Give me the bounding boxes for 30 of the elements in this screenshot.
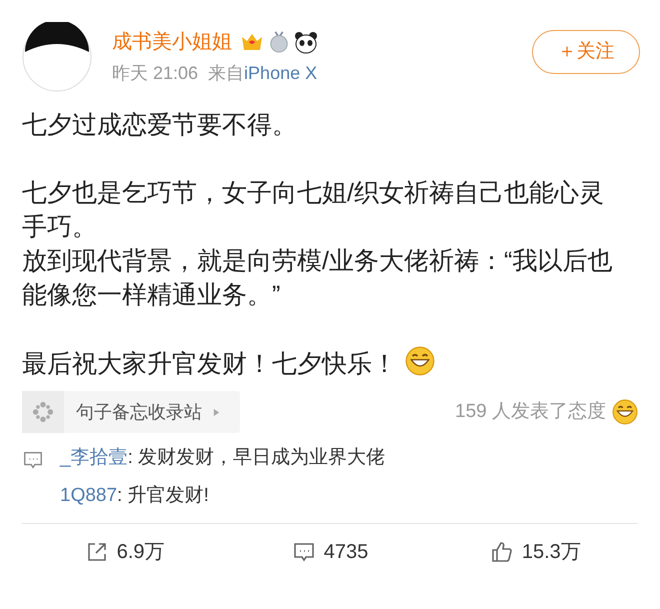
- post-time: 昨天 21:06: [112, 62, 198, 85]
- grinning-face-icon: [405, 346, 435, 376]
- comment-text: _李拾壹: 发财发财，早日成为业界大佬: [60, 446, 386, 470]
- comment-text: 1Q887: 升官发财!: [60, 484, 210, 508]
- laughing-face-icon: [612, 399, 638, 425]
- reaction-count[interactable]: 159 人发表了态度: [455, 398, 606, 426]
- action-button[interactable]: 6.9万: [22, 524, 228, 579]
- comment-user[interactable]: 1Q887: [60, 485, 118, 506]
- action-count: 4735: [324, 540, 368, 564]
- comment-user[interactable]: _李拾壹: [60, 447, 128, 468]
- post-text: 七夕过成恋爱节要不得。: [22, 110, 298, 141]
- sparkle-icon: [32, 401, 54, 423]
- avatar[interactable]: [22, 22, 92, 92]
- action-button[interactable]: 15.3万: [432, 524, 638, 579]
- action-button[interactable]: 4735: [227, 524, 433, 579]
- post-source: 来自 iPhone X: [208, 62, 318, 85]
- topic-card[interactable]: 句子备忘收录站: [22, 391, 240, 433]
- caret-icon: [212, 408, 221, 416]
- author-name[interactable]: 成书美小姐姐: [112, 28, 232, 56]
- follow-button[interactable]: ＋关注: [532, 30, 640, 74]
- action-count: 6.9万: [116, 540, 165, 564]
- comment-icon: [22, 449, 44, 471]
- post-text: 放到现代背景，就是向劳模/业务大佬祈祷：“我以后也能像您一样精通业务。”: [22, 246, 614, 311]
- topic-label: 句子备忘收录站: [76, 400, 202, 424]
- medal-icon: [268, 31, 290, 53]
- thumbs-up-icon: [490, 540, 514, 564]
- panda-icon: [294, 30, 318, 54]
- post-text: 七夕也是乞巧节，女子向七姐/织女祈祷自己也能心灵手巧。: [22, 178, 605, 243]
- post-text: 最后祝大家升官发财！七夕快乐！: [22, 346, 618, 381]
- action-count: 15.3万: [522, 540, 581, 564]
